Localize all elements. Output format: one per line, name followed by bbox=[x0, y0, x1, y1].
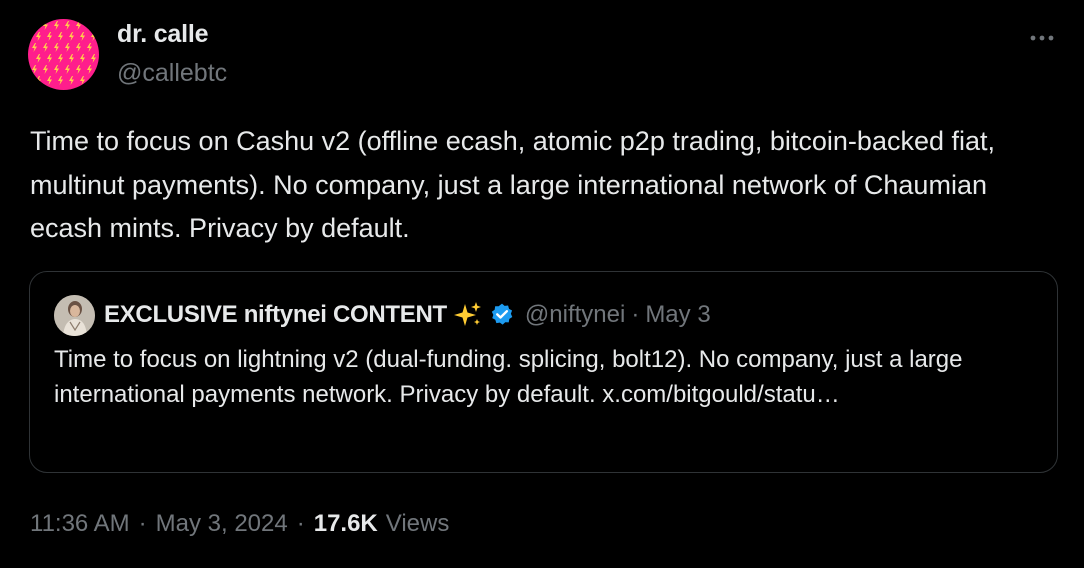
quoted-tweet-header: EXCLUSIVE niftynei CONTENT @niftynei · M… bbox=[104, 298, 711, 332]
quoted-tweet-date: May 3 bbox=[645, 301, 711, 328]
quoted-author-avatar bbox=[54, 295, 95, 336]
more-options-button[interactable] bbox=[1025, 26, 1059, 50]
avatar-pattern-image bbox=[28, 19, 99, 90]
quoted-author-handle: @niftynei bbox=[524, 301, 626, 328]
tweet-date[interactable]: May 3, 2024 bbox=[156, 510, 288, 538]
separator-dot: · bbox=[138, 510, 147, 537]
verified-badge-icon bbox=[489, 302, 515, 328]
author-display-name[interactable]: dr. calle bbox=[117, 20, 209, 49]
views-label: Views bbox=[385, 510, 450, 537]
quoted-tweet-text: Time to focus on lightning v2 (dual-fund… bbox=[54, 346, 963, 408]
quoted-tweet[interactable]: EXCLUSIVE niftynei CONTENT @niftynei · M… bbox=[29, 271, 1058, 473]
more-horizontal-icon bbox=[1030, 35, 1054, 41]
views-count[interactable]: 17.6K bbox=[314, 510, 378, 538]
quoted-avatar-image bbox=[54, 295, 95, 336]
author-avatar[interactable] bbox=[28, 19, 99, 90]
quoted-author-name: EXCLUSIVE niftynei CONTENT bbox=[104, 301, 447, 328]
tweet: dr. calle @callebtc Time to focus on Cas… bbox=[0, 0, 1084, 568]
separator-dot: · bbox=[631, 301, 640, 328]
sparkles-icon bbox=[453, 300, 483, 330]
separator-dot: · bbox=[296, 510, 305, 537]
author-handle[interactable]: @callebtc bbox=[117, 59, 227, 88]
tweet-text: Time to focus on Cashu v2 (offline ecash… bbox=[30, 126, 996, 243]
tweet-time[interactable]: 11:36 AM bbox=[30, 510, 130, 538]
tweet-metadata: 11:36 AM · May 3, 2024 · 17.6K Views bbox=[30, 508, 449, 540]
